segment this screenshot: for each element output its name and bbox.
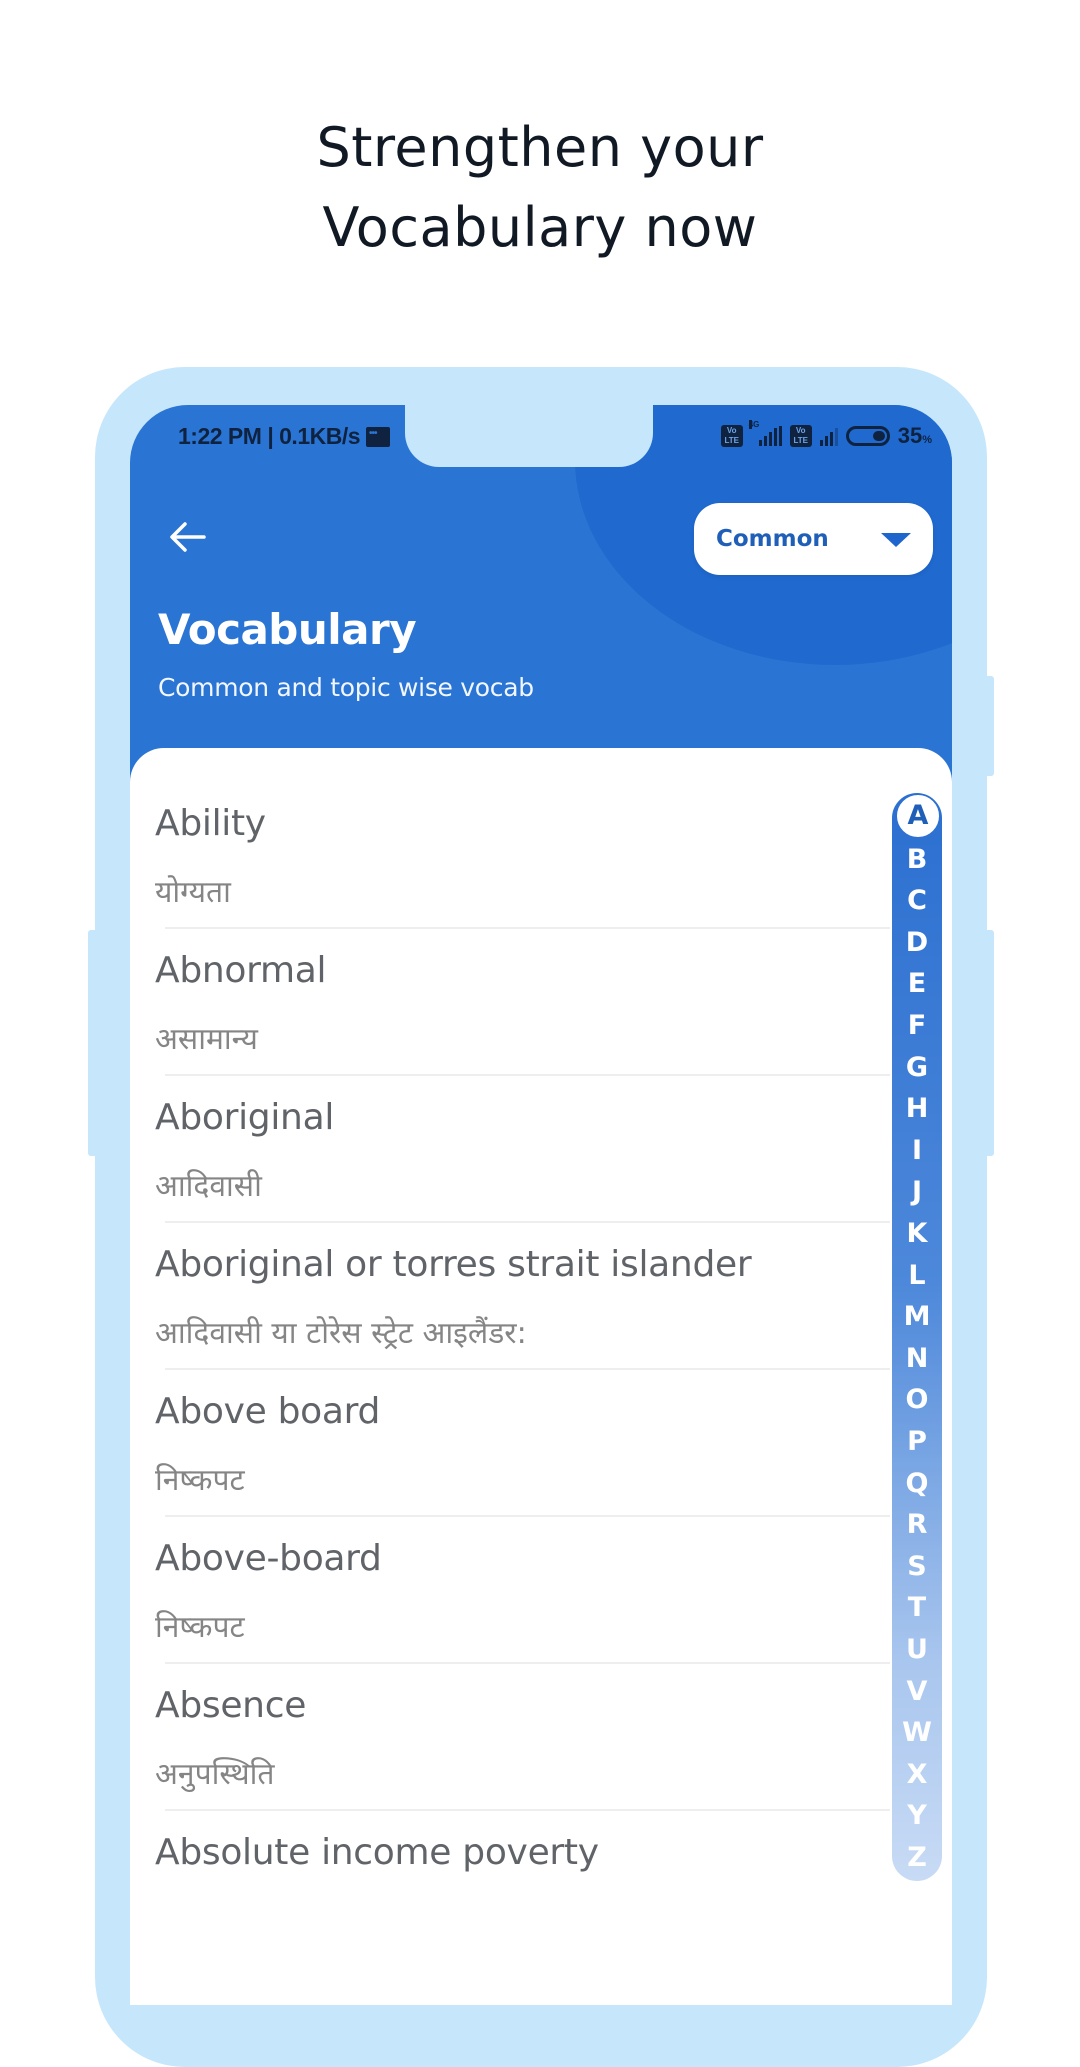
index-letter-o[interactable]: O [892,1379,942,1420]
list-divider [165,927,890,929]
index-letter-t[interactable]: T [892,1587,942,1628]
arrow-left-icon [170,522,206,552]
list-divider [165,1662,890,1664]
list-divider [165,1221,890,1223]
index-letter-n[interactable]: N [892,1338,942,1379]
list-divider [165,1368,890,1370]
word-list-item[interactable]: Above-board निष्कपट [155,1518,890,1665]
battery-icon [845,426,890,446]
word-hindi: आदिवासी या टोरेस स्ट्रेट आइलैंडर: [155,1316,527,1351]
index-letter-g[interactable]: G [892,1047,942,1088]
word-hindi: असामान्य [155,1022,258,1057]
status-bar-left: 1:22 PM | 0.1KB/s [178,423,391,450]
index-letter-y[interactable]: Y [892,1795,942,1836]
caret-down-icon [881,533,911,547]
back-button[interactable] [164,515,214,559]
promo-headline-line-1: Strengthen your [316,116,764,179]
word-hindi: योग्यता [155,875,231,910]
phone-notch [405,405,653,467]
index-letter-s[interactable]: S [892,1546,942,1587]
index-letter-r[interactable]: R [892,1504,942,1545]
index-letter-q[interactable]: Q [892,1463,942,1504]
word-list-item[interactable]: Absolute income poverty [155,1812,890,1959]
index-letter-k[interactable]: K [892,1213,942,1254]
index-letter-p[interactable]: P [892,1421,942,1462]
index-letter-u[interactable]: U [892,1629,942,1670]
word-hindi: आदिवासी [155,1169,262,1204]
volte-icon: Vo LTE [720,425,743,447]
index-letter-f[interactable]: F [892,1005,942,1046]
list-divider [165,1809,890,1811]
index-letter-z[interactable]: Z [892,1837,942,1878]
page-subtitle: Common and topic wise vocab [158,673,534,702]
index-letter-v[interactable]: V [892,1671,942,1712]
word-list-item[interactable]: Aboriginal or torres strait islander आदि… [155,1224,890,1371]
word-english: Aboriginal [155,1097,335,1138]
word-list-item[interactable]: Abnormal असामान्य [155,930,890,1077]
word-list-item[interactable]: Aboriginal आदिवासी [155,1077,890,1224]
word-english: Above board [155,1391,381,1432]
index-letter-j[interactable]: J [892,1171,942,1212]
status-time-speed: 1:22 PM | 0.1KB/s [178,423,361,449]
alphabet-index-bar[interactable]: ABCDEFGHIJKLMNOPQRSTUVWXYZ [892,793,942,1881]
index-letter-d[interactable]: D [892,922,942,963]
list-divider [165,1515,890,1517]
word-english: Abnormal [155,950,327,991]
word-english: Absolute income poverty [155,1832,599,1873]
index-letter-w[interactable]: W [892,1712,942,1753]
index-letter-b[interactable]: B [892,839,942,880]
word-hindi: अनुपस्थिति [155,1757,275,1792]
volte-icon-sim2: Vo LTE [789,425,812,447]
word-list-item[interactable]: Absence अनुपस्थिति [155,1665,890,1812]
index-letter-a[interactable]: A [897,795,939,837]
word-list-card: Ability योग्यता Abnormal असामान्य Aborig… [130,748,952,2005]
index-letter-h[interactable]: H [892,1088,942,1129]
index-letter-x[interactable]: X [892,1754,942,1795]
word-list-item[interactable]: Ability योग्यता [155,783,890,930]
battery-percent: 35% [897,423,932,448]
word-english: Absence [155,1685,307,1726]
word-list-item[interactable]: Above board निष्कपट [155,1371,890,1518]
word-hindi: निष्कपट [155,1610,245,1645]
index-letter-c[interactable]: C [892,880,942,921]
signal-strength-icon: 4G [748,420,782,446]
index-letter-i[interactable]: I [892,1130,942,1171]
word-english: Ability [155,803,266,844]
promo-headline-line-2: Vocabulary now [322,196,758,259]
word-hindi: निष्कपट [155,1463,245,1498]
network-type-label: 4G [748,420,760,429]
message-notification-icon [366,426,391,447]
promo-headline: Strengthen your Vocabulary now [0,108,1080,268]
signal-strength-icon-sim2 [819,426,838,446]
app-screen: 1:22 PM | 0.1KB/s VoLTE 4G VoLTE 35% Com… [130,405,952,2005]
category-dropdown-value: Common [716,526,829,552]
list-divider [165,1074,890,1076]
index-letter-l[interactable]: L [892,1255,942,1296]
word-english: Aboriginal or torres strait islander [155,1244,752,1285]
index-letter-e[interactable]: E [892,963,942,1004]
word-english: Above-board [155,1538,382,1579]
index-letter-m[interactable]: M [892,1296,942,1337]
category-dropdown[interactable]: Common [694,503,933,575]
page-title: Vocabulary [158,605,417,654]
status-bar-right: Vo LTE 4G Vo LTE 35% [720,420,932,449]
